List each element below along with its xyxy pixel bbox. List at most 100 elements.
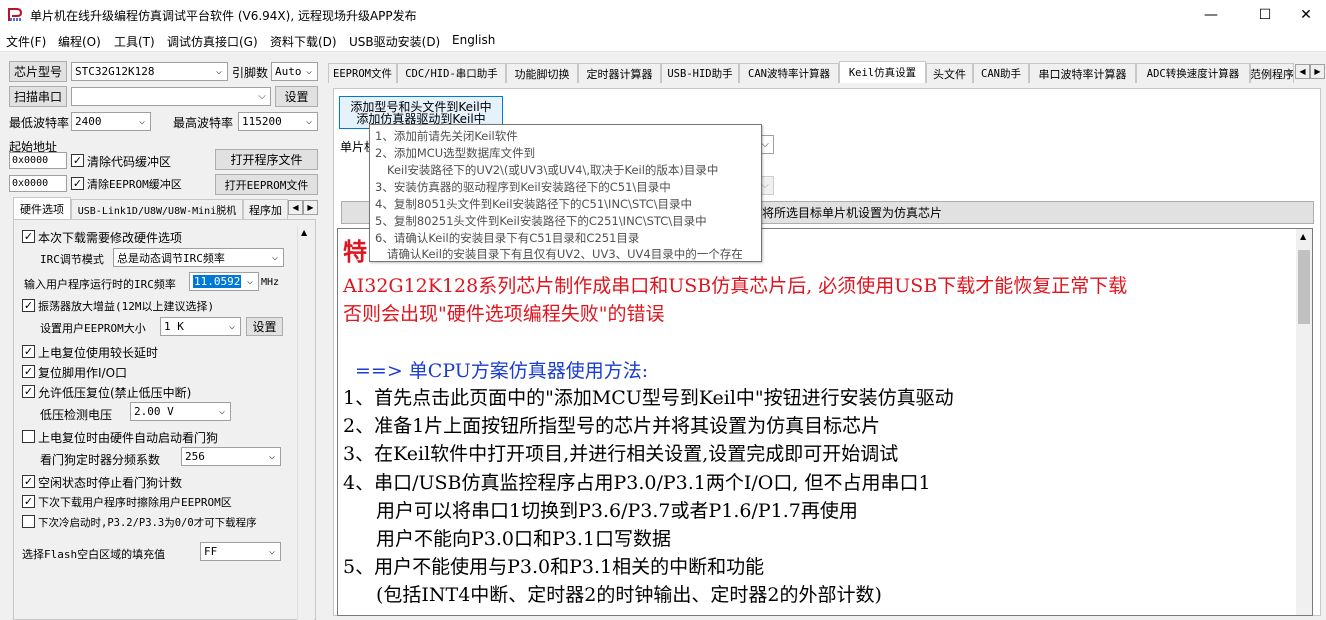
min-baud-select[interactable]: 2400 ⌵ [71, 112, 151, 131]
max-baud-select[interactable]: 115200 ⌵ [238, 112, 318, 131]
open-eeprom-file-button[interactable]: 打开EEPROM文件 [215, 174, 318, 195]
flash-fill-select[interactable]: FF ⌵ [200, 542, 281, 561]
code-start-address-input[interactable]: 0x0000 [9, 152, 67, 169]
menu-bar: 文件(F) 编程(O) 工具(T) 调试仿真接口(G) 资料下载(D) USB驱… [0, 30, 1326, 52]
instructions-heading: 特 [343, 237, 367, 266]
window-title: 单片机在线升级编程仿真调试平台软件 (V6.94X), 远程现场升级APP发布 [30, 9, 417, 23]
menu-english[interactable]: English [452, 33, 495, 47]
pin-count-value: Auto [275, 65, 302, 78]
lvd-voltage-select[interactable]: 2.00 V ⌵ [130, 402, 231, 421]
irc-frequency-value: 11.0592 [193, 275, 242, 288]
eeprom-size-label: 设置用户EEPROM大小 [40, 322, 146, 335]
tab-cdc-hid-serial[interactable]: CDC/HID-串口助手 [397, 63, 506, 83]
tooltip-line-5: 4、复制8051头文件到Keil安装路径下的C51\INC\STC\目录中 [375, 197, 693, 211]
eeprom-start-address-input[interactable]: 0x0000 [9, 175, 67, 192]
clear-eeprom-buffer-checkbox[interactable]: ✓ [71, 177, 84, 190]
set-as-emulator-chip-label: 将所选目标单片机设置为仿真芯片 [762, 206, 943, 220]
idle-wdt-stop-checkbox[interactable]: ✓ [22, 475, 35, 488]
osc-gain-checkbox[interactable]: ✓ [22, 299, 35, 312]
tooltip-line-2: 2、添加MCU选型数据库文件到 [375, 146, 536, 160]
wdt-hw-start-label: 上电复位时由硬件自动启动看门狗 [38, 431, 219, 445]
instructions-scrollbar[interactable]: ▲ [1296, 229, 1312, 615]
scroll-up-icon[interactable]: ▲ [301, 228, 307, 237]
tab-hardware-options[interactable]: 硬件选项 [13, 197, 71, 219]
serial-port-select[interactable]: ⌵ [71, 87, 271, 106]
tab-keil-emulation[interactable]: Keil仿真设置 [839, 61, 926, 83]
tab-uart-baud-calculator[interactable]: 串口波特率计算器 [1029, 63, 1136, 83]
menu-debug[interactable]: 调试仿真接口(G) [167, 33, 258, 50]
clear-code-buffer-label: 清除代码缓冲区 [87, 155, 172, 169]
tab-scroll-right-icon[interactable]: ▶ [303, 200, 318, 215]
reset-io-label: 复位脚用作I/O口 [38, 366, 128, 380]
open-program-file-button[interactable]: 打开程序文件 [215, 149, 318, 170]
scroll-thumb[interactable] [1298, 250, 1310, 324]
tab-timer-calculator[interactable]: 定时器计算器 [578, 63, 661, 83]
wdt-divider-select[interactable]: 256 ⌵ [181, 447, 281, 466]
idle-wdt-stop-label: 空闲状态时停止看门狗计数 [38, 476, 183, 490]
erase-eeprom-label: 下次下载用户程序时擦除用户EEPROM区 [38, 496, 232, 509]
cold-boot-checkbox[interactable] [22, 515, 35, 528]
clear-code-buffer-checkbox[interactable]: ✓ [71, 154, 84, 167]
tooltip-line-8: 请确认Keil的安装目录下有且仅有UV2、UV3、UV4目录中的一个存在 [387, 247, 743, 261]
menu-tools[interactable]: 工具(T) [114, 33, 155, 50]
single-cpu-section-title: ==> 单CPU方案仿真器使用方法: [355, 360, 649, 382]
eeprom-size-set-button[interactable]: 设置 [246, 317, 283, 336]
tab-program-encrypt[interactable]: 程序加 [243, 199, 288, 219]
close-button[interactable]: ✕ [1283, 0, 1326, 30]
chevron-down-icon: ⌵ [228, 321, 236, 332]
instructions-text-area[interactable]: 特 AI32G12K128系列芯片制作成串口和USB仿真芯片后, 必须使用USB… [337, 228, 1313, 616]
tab-usb-link-offline[interactable]: USB-Link1D/U8W/U8W-Mini脱机 [71, 199, 243, 219]
flash-fill-value: FF [204, 545, 218, 558]
tooltip-line-3: Keil安装路径下的UV2\(或UV3\或UV4\,取决于Keil的版本)目录中 [387, 163, 719, 177]
tab-can-helper[interactable]: CAN助手 [973, 63, 1029, 83]
tab-example-programs[interactable]: 范例程序 [1250, 63, 1294, 83]
irc-mode-label: IRC调节模式 [40, 253, 104, 266]
tab-scroll-left-icon[interactable]: ◀ [288, 200, 303, 215]
tooltip-line-6: 5、复制80251头文件到Keil安装路径下的C251\INC\STC\目录中 [375, 214, 707, 228]
por-delay-checkbox[interactable]: ✓ [22, 345, 35, 358]
tab-can-baud-calculator[interactable]: CAN波特率计算器 [739, 63, 839, 83]
reset-io-checkbox[interactable]: ✓ [22, 365, 35, 378]
chevron-down-icon: ⌵ [218, 406, 226, 417]
scroll-up-icon[interactable]: ▲ [1300, 232, 1306, 241]
tab-adc-speed-calculator[interactable]: ADC转换速度计算器 [1136, 63, 1250, 83]
wdt-hw-start-checkbox[interactable] [22, 430, 35, 443]
title-bar: 单片机在线升级编程仿真调试平台软件 (V6.94X), 远程现场升级APP发布 … [0, 0, 1326, 30]
clear-eeprom-buffer-label: 清除EEPROM缓冲区 [87, 178, 182, 191]
chevron-down-icon: ⌵ [268, 451, 276, 462]
minimize-button[interactable]: — [1188, 0, 1234, 30]
menu-program[interactable]: 编程(O) [58, 33, 101, 50]
right-tab-scroll-right-icon[interactable]: ▶ [1310, 64, 1325, 79]
menu-file[interactable]: 文件(F) [6, 33, 46, 50]
min-baud-value: 2400 [75, 115, 102, 128]
instruction-line-4b: 用户不能向P3.0口和P3.1口写数据 [376, 528, 672, 550]
tab-pin-switch[interactable]: 功能脚切换 [506, 63, 578, 83]
port-settings-button[interactable]: 设置 [275, 86, 318, 107]
menu-download[interactable]: 资料下载(D) [270, 33, 337, 50]
chip-type-button[interactable]: 芯片型号 [9, 61, 67, 82]
erase-eeprom-checkbox[interactable]: ✓ [22, 495, 35, 508]
maximize-button[interactable]: ☐ [1242, 0, 1288, 30]
modify-hw-options-checkbox[interactable]: ✓ [22, 230, 35, 243]
instruction-line-4: 4、串口/USB仿真监控程序占用P3.0/P3.1两个I/O口, 但不占用串口1 [343, 472, 931, 494]
cold-boot-label: 下次冷启动时,P3.2/P3.3为0/0才可下载程序 [38, 517, 257, 529]
instruction-line-1: 1、首先点击此页面中的"添加MCU型号到Keil中"按钮进行安装仿真驱动 [343, 387, 954, 409]
irc-frequency-select[interactable]: 11.0592 ⌵ [189, 272, 259, 291]
tab-usb-hid-helper[interactable]: USB-HID助手 [661, 63, 739, 83]
osc-gain-label: 振荡器放大增益(12M以上建议选择) [38, 300, 215, 313]
irc-mode-select[interactable]: 总是动态调节IRC频率 ⌵ [113, 248, 284, 267]
pin-count-select[interactable]: Auto ⌵ [271, 62, 318, 81]
right-tab-scroll-left-icon[interactable]: ◀ [1295, 64, 1310, 79]
irc-frequency-label: 输入用户程序运行时的IRC频率 [24, 278, 176, 291]
lvr-checkbox[interactable]: ✓ [22, 385, 35, 398]
tab-eeprom-file[interactable]: EEPROM文件 [328, 63, 397, 83]
warning-line-1: AI32G12K128系列芯片制作成串口和USB仿真芯片后, 必须使用USB下载… [343, 275, 1128, 297]
chevron-down-icon: ⌵ [258, 91, 266, 102]
eeprom-size-value: 1 K [164, 320, 184, 333]
chip-model-select[interactable]: STC32G12K128 ⌵ [71, 62, 228, 81]
hardware-options-scrollbar[interactable]: ▲ [297, 226, 314, 620]
scan-port-button[interactable]: 扫描串口 [9, 86, 67, 107]
eeprom-size-select[interactable]: 1 K ⌵ [160, 317, 241, 336]
tab-header-file[interactable]: 头文件 [926, 63, 973, 83]
menu-usb-driver[interactable]: USB驱动安装(D) [349, 33, 440, 50]
